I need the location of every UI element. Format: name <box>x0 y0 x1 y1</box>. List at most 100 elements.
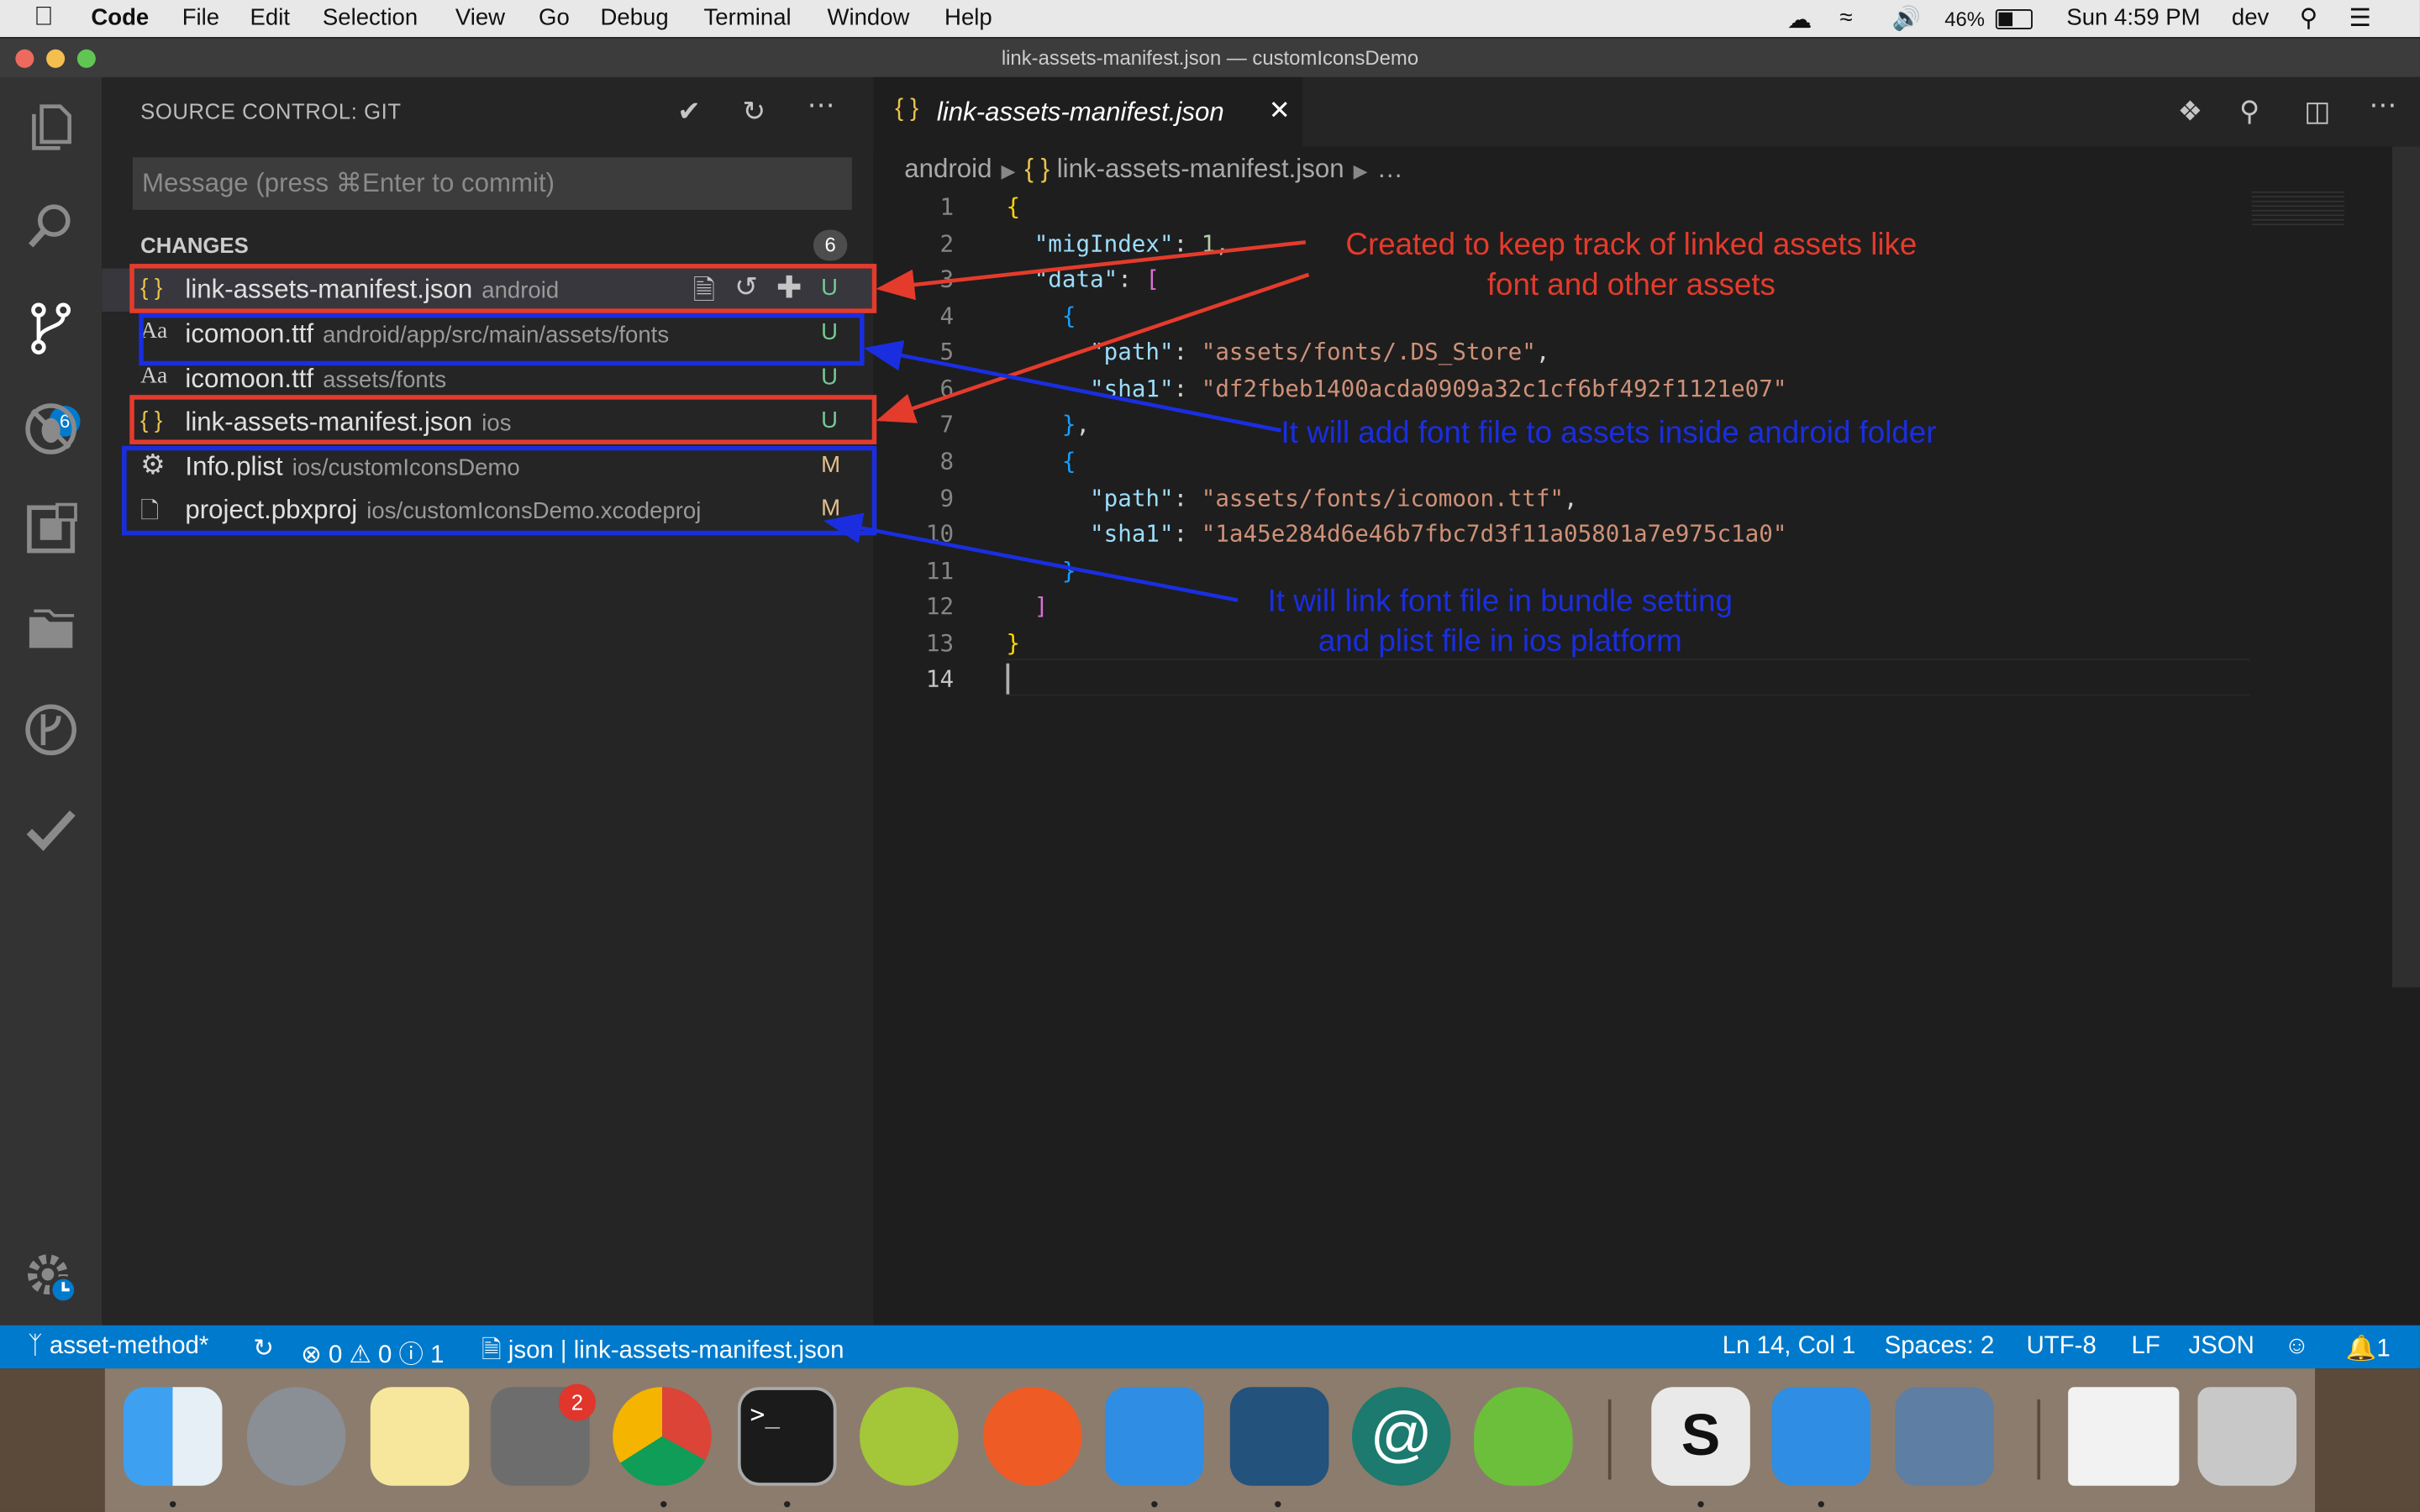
sync-icon[interactable]: ↻ <box>253 1333 274 1364</box>
commit-message-input[interactable]: Message (press ⌘Enter to commit) <box>132 157 852 210</box>
mail-at-icon[interactable]: @ <box>1351 1387 1451 1486</box>
chrome-icon[interactable] <box>613 1387 712 1486</box>
discard-changes-icon[interactable]: ↺ <box>734 271 758 304</box>
stage-changes-icon[interactable]: ✚ <box>776 269 802 307</box>
vscode-icon[interactable] <box>1229 1387 1329 1486</box>
source-control-button[interactable] <box>20 297 82 359</box>
compare-icon[interactable]: ⚲ <box>2239 96 2260 129</box>
gitlens-button[interactable] <box>20 699 82 760</box>
line-number: 13 <box>925 629 955 658</box>
editor-tab[interactable]: { } link-assets-manifest.json ✕ <box>873 76 1303 147</box>
problems-summary[interactable]: ⊗ 0 ⚠ 0 ⓘ 1 <box>301 1333 444 1370</box>
menu-debug[interactable]: Debug <box>600 5 668 31</box>
trash-icon[interactable] <box>2197 1387 2297 1486</box>
feedback-smiley-icon[interactable]: ☺ <box>2284 1333 2309 1361</box>
split-editor-icon[interactable]: ◫ <box>2304 96 2330 129</box>
launchpad-icon[interactable] <box>246 1387 346 1486</box>
menu-edit[interactable]: Edit <box>250 5 290 31</box>
line-number: 12 <box>925 592 955 621</box>
preview-icon[interactable] <box>1895 1387 1995 1486</box>
commit-check-icon[interactable]: ✔ <box>677 96 701 129</box>
line-ending[interactable]: LF <box>2131 1333 2160 1361</box>
project-manager-button[interactable] <box>20 599 82 660</box>
finder-icon[interactable] <box>123 1387 223 1486</box>
notes-icon[interactable] <box>370 1387 470 1486</box>
terminal-icon[interactable]: >_ <box>737 1387 837 1486</box>
file-path: assets/fonts <box>323 367 447 394</box>
editor-scrollbar[interactable] <box>2391 146 2420 988</box>
file-path: android <box>481 277 560 304</box>
current-line-highlight <box>1006 659 2250 696</box>
cursor-position[interactable]: Ln 14, Col 1 <box>1723 1333 1855 1361</box>
tab-label: link-assets-manifest.json <box>936 97 1224 127</box>
android-studio-icon[interactable] <box>860 1387 959 1486</box>
open-file-icon[interactable]: 🗎 <box>693 271 716 318</box>
git-branch[interactable]: ᛉ asset-method* <box>28 1333 208 1361</box>
change-item[interactable]: Aa icomoon.ttf assets/fonts U <box>102 358 873 401</box>
line-number: 6 <box>939 375 955 403</box>
user-menu[interactable]: dev <box>2232 5 2269 31</box>
extensions-button[interactable] <box>20 498 82 559</box>
close-tab-icon[interactable]: ✕ <box>1269 96 1291 127</box>
status-untracked: U <box>821 319 839 346</box>
app-menu[interactable]: Code <box>91 5 149 31</box>
menu-help[interactable]: Help <box>944 5 992 31</box>
postman-icon[interactable] <box>982 1387 1082 1486</box>
close-window-button[interactable] <box>15 49 34 68</box>
gear-file-icon: ⚙ <box>140 449 166 480</box>
menu-go[interactable]: Go <box>539 5 570 31</box>
apple-menu-icon[interactable]:  <box>34 2 53 33</box>
menu-window[interactable]: Window <box>827 5 909 31</box>
rocket-app-icon[interactable] <box>1474 1387 1573 1486</box>
notification-center-icon[interactable]: ☰ <box>2349 3 2370 34</box>
change-item[interactable]: Aa icomoon.ttf android/app/src/main/asset… <box>102 313 873 356</box>
debug-button[interactable] <box>20 398 82 459</box>
wifi-icon[interactable]: ≈ <box>1839 5 1852 31</box>
indentation[interactable]: Spaces: 2 <box>1885 1333 1995 1361</box>
window-titlebar: link-assets-manifest.json — customIconsD… <box>0 37 2420 79</box>
volume-icon[interactable]: 🔊 <box>1892 5 1921 32</box>
zoom-window-button[interactable] <box>76 49 96 68</box>
line-number: 4 <box>939 302 955 331</box>
status-modified: M <box>821 495 841 522</box>
json-file-icon: { } <box>895 95 919 123</box>
breadcrumb-symbols[interactable]: … <box>1377 155 1403 184</box>
chrome-window-thumbnail[interactable] <box>2068 1387 2180 1486</box>
search-view-button[interactable] <box>20 196 82 257</box>
creative-cloud-icon[interactable]: ☁ <box>1787 5 1812 36</box>
more-actions-icon[interactable]: ⋯ <box>2369 90 2396 123</box>
json-file-icon: { } <box>140 407 163 434</box>
xcode-simulator-icon[interactable] <box>1105 1387 1204 1486</box>
encoding[interactable]: UTF-8 <box>2027 1333 2096 1361</box>
breadcrumb-file[interactable]: link-assets-manifest.json <box>1057 155 1344 184</box>
breadcrumb-folder[interactable]: android <box>904 155 992 184</box>
change-item[interactable]: { } link-assets-manifest.json android 🗎 ↺… <box>102 268 874 312</box>
minimap[interactable] <box>2251 188 2344 228</box>
line-number: 5 <box>939 338 955 366</box>
menu-terminal[interactable]: Terminal <box>704 5 792 31</box>
clock[interactable]: Sun 4:59 PM <box>2066 5 2200 31</box>
manage-button[interactable] <box>20 1247 82 1308</box>
refresh-icon[interactable]: ↻ <box>742 96 765 129</box>
menu-selection[interactable]: Selection <box>323 5 418 31</box>
explorer-button[interactable] <box>20 96 82 157</box>
changes-header[interactable]: CHANGES <box>140 233 249 257</box>
change-item[interactable]: { } link-assets-manifest.json ios U <box>102 402 873 444</box>
open-changes-icon[interactable]: ❖ <box>2178 96 2203 129</box>
spotlight-search-icon[interactable]: ⚲ <box>2300 3 2318 34</box>
menu-view[interactable]: View <box>455 5 505 31</box>
change-item[interactable]: ⚙ Info.plist ios/customIconsDemo M <box>102 446 873 489</box>
change-item[interactable]: 🗋 project.pbxproj ios/customIconsDemo.xco… <box>102 489 873 532</box>
slack-icon[interactable]: S <box>1651 1387 1750 1486</box>
notifications[interactable]: 🔔1 <box>2346 1333 2391 1364</box>
files-icon <box>32 104 71 150</box>
todo-button[interactable] <box>20 799 82 860</box>
more-actions-icon[interactable]: ⋯ <box>808 90 835 123</box>
prefs-badge: 2 <box>558 1383 596 1421</box>
xcode-icon[interactable] <box>1771 1387 1871 1486</box>
error-icon: ⊗ <box>301 1341 322 1369</box>
menu-file[interactable]: File <box>182 5 219 31</box>
battery-icon[interactable] <box>1995 9 2033 29</box>
minimize-window-button[interactable] <box>46 49 66 68</box>
language-mode[interactable]: JSON <box>2188 1333 2254 1361</box>
